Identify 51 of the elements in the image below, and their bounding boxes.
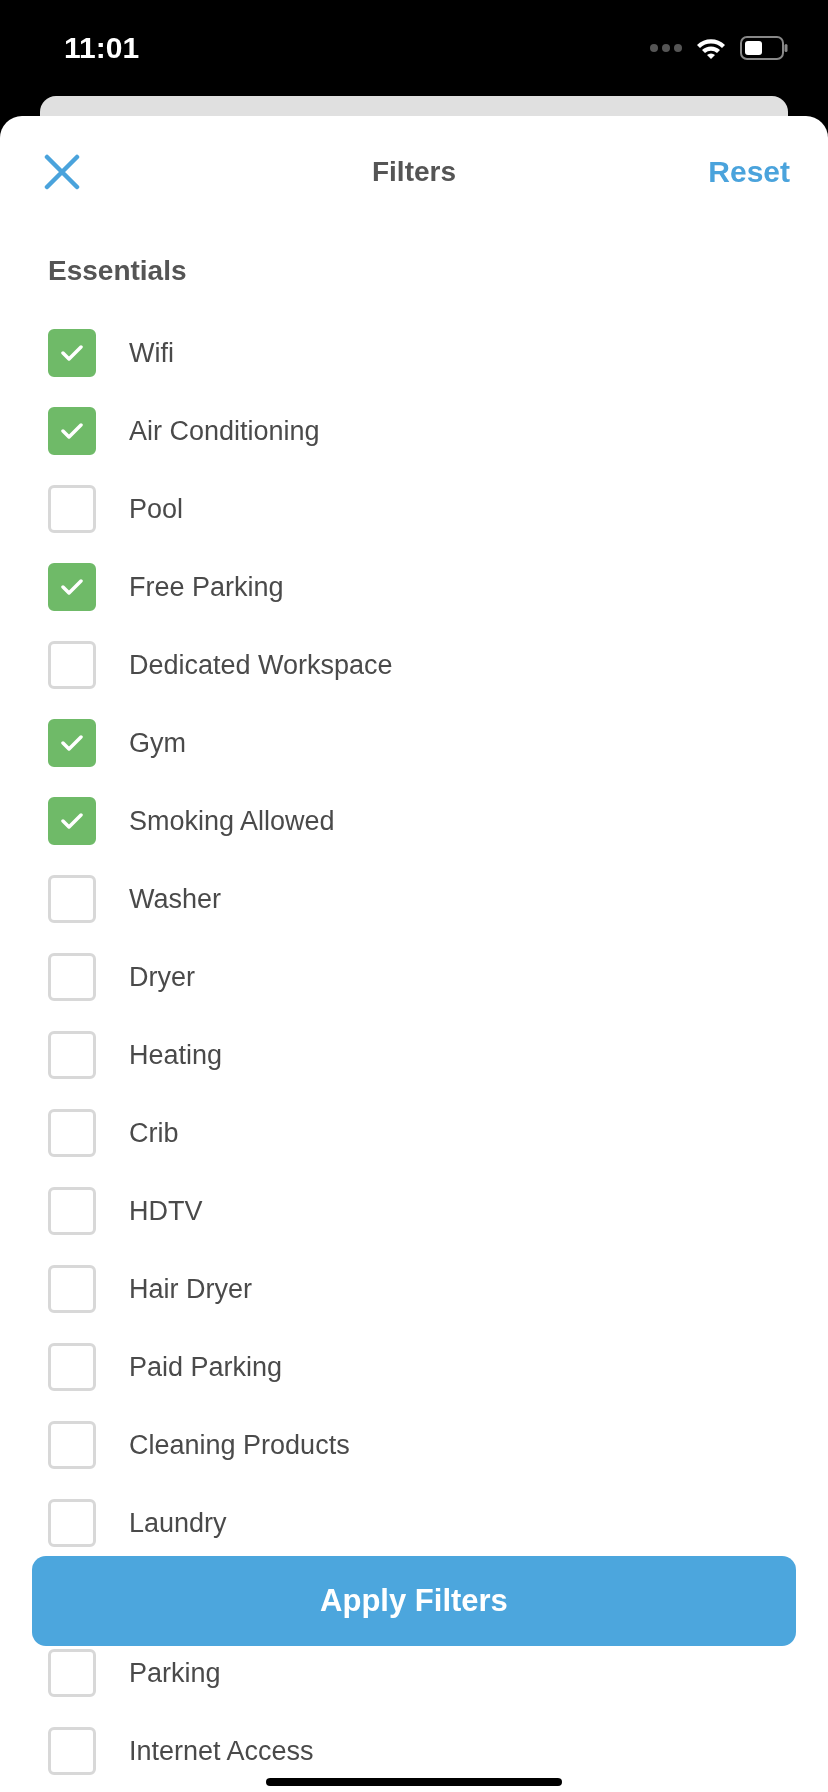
amenity-label: HDTV	[129, 1195, 203, 1227]
checkbox[interactable]	[48, 485, 96, 533]
amenity-label: Cleaning Products	[129, 1429, 350, 1461]
amenity-label: Gym	[129, 727, 186, 759]
checkbox[interactable]	[48, 1031, 96, 1079]
checkbox[interactable]	[48, 1649, 96, 1697]
checkbox[interactable]	[48, 719, 96, 767]
wifi-icon	[696, 37, 726, 59]
checkbox[interactable]	[48, 1187, 96, 1235]
amenity-label: Washer	[129, 883, 222, 915]
checkbox[interactable]	[48, 1727, 96, 1775]
checkbox[interactable]	[48, 563, 96, 611]
amenity-label: Parking	[129, 1657, 221, 1689]
checkbox[interactable]	[48, 953, 96, 1001]
check-icon	[61, 735, 83, 751]
amenity-label: Wifi	[129, 337, 174, 369]
check-icon	[61, 579, 83, 595]
amenity-label: Pool	[129, 493, 184, 525]
check-icon	[61, 345, 83, 361]
checkbox[interactable]	[48, 875, 96, 923]
checkbox[interactable]	[48, 1499, 96, 1547]
checkbox[interactable]	[48, 797, 96, 845]
sheet-title: Filters	[372, 156, 456, 188]
amenity-label: Hair Dryer	[129, 1273, 252, 1305]
status-time: 11:01	[64, 31, 140, 65]
amenity-label: Paid Parking	[129, 1351, 283, 1383]
checkbox[interactable]	[48, 1109, 96, 1157]
close-button[interactable]	[44, 154, 80, 190]
amenity-label: Air Conditioning	[129, 415, 320, 447]
amenity-label: Free Parking	[129, 571, 284, 603]
amenity-label: Internet Access	[129, 1735, 314, 1767]
checkbox[interactable]	[48, 407, 96, 455]
section-heading: Essentials	[48, 255, 187, 287]
amenity-label: Smoking Allowed	[129, 805, 335, 837]
checkbox[interactable]	[48, 329, 96, 377]
checkbox[interactable]	[48, 641, 96, 689]
amenity-label: Crib	[129, 1117, 179, 1149]
amenity-label: Dedicated Workspace	[129, 649, 393, 681]
checkbox[interactable]	[48, 1421, 96, 1469]
reset-button[interactable]: Reset	[708, 155, 790, 189]
battery-icon	[740, 36, 788, 60]
apply-filters-button[interactable]: Apply Filters	[32, 1556, 796, 1646]
check-icon	[61, 423, 83, 439]
amenity-label: Heating	[129, 1039, 223, 1071]
check-icon	[61, 813, 83, 829]
cellular-signal-icon	[650, 43, 682, 53]
amenity-label: Laundry	[129, 1507, 227, 1539]
checkbox[interactable]	[48, 1265, 96, 1313]
close-icon	[44, 154, 80, 190]
amenity-label: Dryer	[129, 961, 195, 993]
checkbox[interactable]	[48, 1343, 96, 1391]
